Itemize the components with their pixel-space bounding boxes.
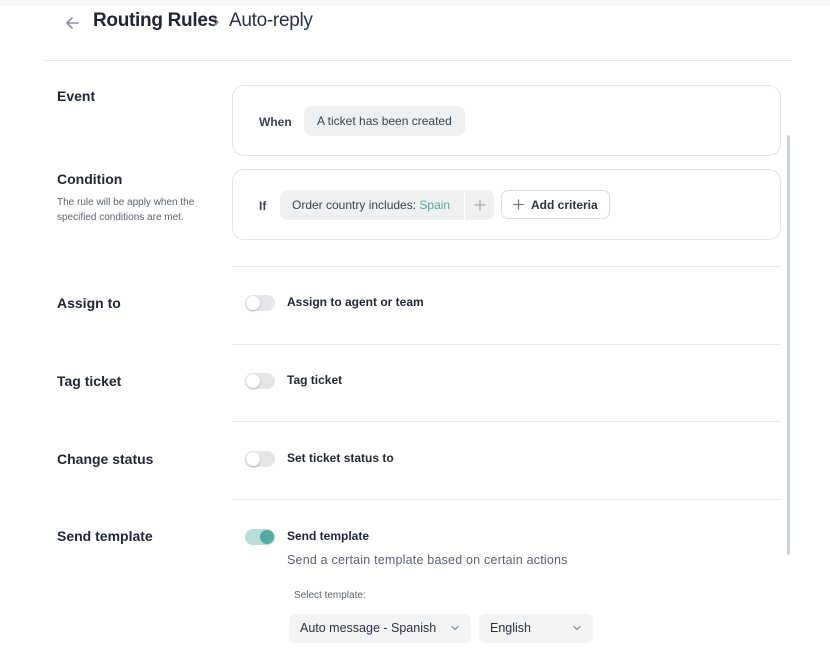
scrollbar-thumb[interactable] (787, 135, 790, 555)
add-criteria-label: Add criteria (531, 197, 598, 212)
plus-icon (473, 199, 486, 211)
assign-section-label: Assign to (57, 295, 121, 311)
divider (232, 344, 781, 345)
header-divider (44, 60, 792, 61)
condition-card: If Order country includes: Spain Add cri… (232, 169, 781, 240)
add-criteria-button[interactable]: Add criteria (501, 190, 610, 219)
if-keyword: If (259, 199, 267, 213)
select-template-caption: Select template: (294, 590, 366, 601)
tag-section-label: Tag ticket (57, 373, 122, 389)
back-button[interactable] (62, 12, 84, 34)
criteria-text: Order country includes: Spain (292, 190, 450, 220)
arrow-left-icon (66, 17, 79, 29)
status-toggle[interactable] (245, 451, 275, 467)
chevron-down-icon (573, 625, 581, 631)
condition-description: The rule will be apply when the specifie… (57, 197, 195, 223)
when-keyword: When (259, 115, 292, 129)
event-section-label: Event (57, 88, 96, 104)
toggle-knob (246, 296, 260, 310)
template-toggle[interactable] (245, 529, 275, 545)
chevron-down-icon (451, 625, 459, 631)
assign-toggle-label: Assign to agent or team (287, 295, 424, 309)
toggle-knob (246, 374, 260, 388)
toggle-knob (260, 530, 274, 544)
template-select[interactable]: Auto message - Spanish (289, 614, 471, 643)
template-select-value: Auto message - Spanish (300, 621, 437, 635)
criteria-chip[interactable]: Order country includes: Spain (280, 190, 494, 220)
assign-toggle[interactable] (245, 295, 275, 311)
template-toggle-label: Send template (287, 529, 370, 543)
language-select-value: English (490, 621, 531, 635)
divider (232, 421, 781, 422)
tag-toggle-label: Tag ticket (287, 373, 343, 387)
template-description: Send a certain template based on certain… (287, 553, 568, 567)
criteria-field: Order country includes: (292, 198, 420, 212)
plus-icon (513, 199, 524, 210)
criteria-value: Spain (419, 198, 451, 212)
status-toggle-label: Set ticket status to (287, 451, 394, 465)
breadcrumb-current: Auto-reply (229, 10, 313, 31)
tag-toggle[interactable] (245, 373, 275, 389)
divider (232, 499, 781, 500)
scrollbar[interactable] (787, 135, 791, 555)
language-select[interactable]: English (479, 614, 593, 643)
event-trigger-chip[interactable]: A ticket has been created (304, 106, 465, 136)
breadcrumb-routing-rules[interactable]: Routing Rules (93, 10, 218, 32)
chevron-right-icon (213, 17, 219, 27)
toggle-knob (246, 452, 260, 466)
divider (232, 266, 781, 267)
status-section-label: Change status (57, 451, 154, 467)
template-section-label: Send template (57, 528, 153, 544)
condition-section-label: Condition (57, 171, 123, 187)
page-header: Routing Rules Auto-reply (0, 0, 830, 62)
criteria-add-value-button[interactable] (464, 190, 494, 220)
event-card: When A ticket has been created (232, 85, 781, 156)
